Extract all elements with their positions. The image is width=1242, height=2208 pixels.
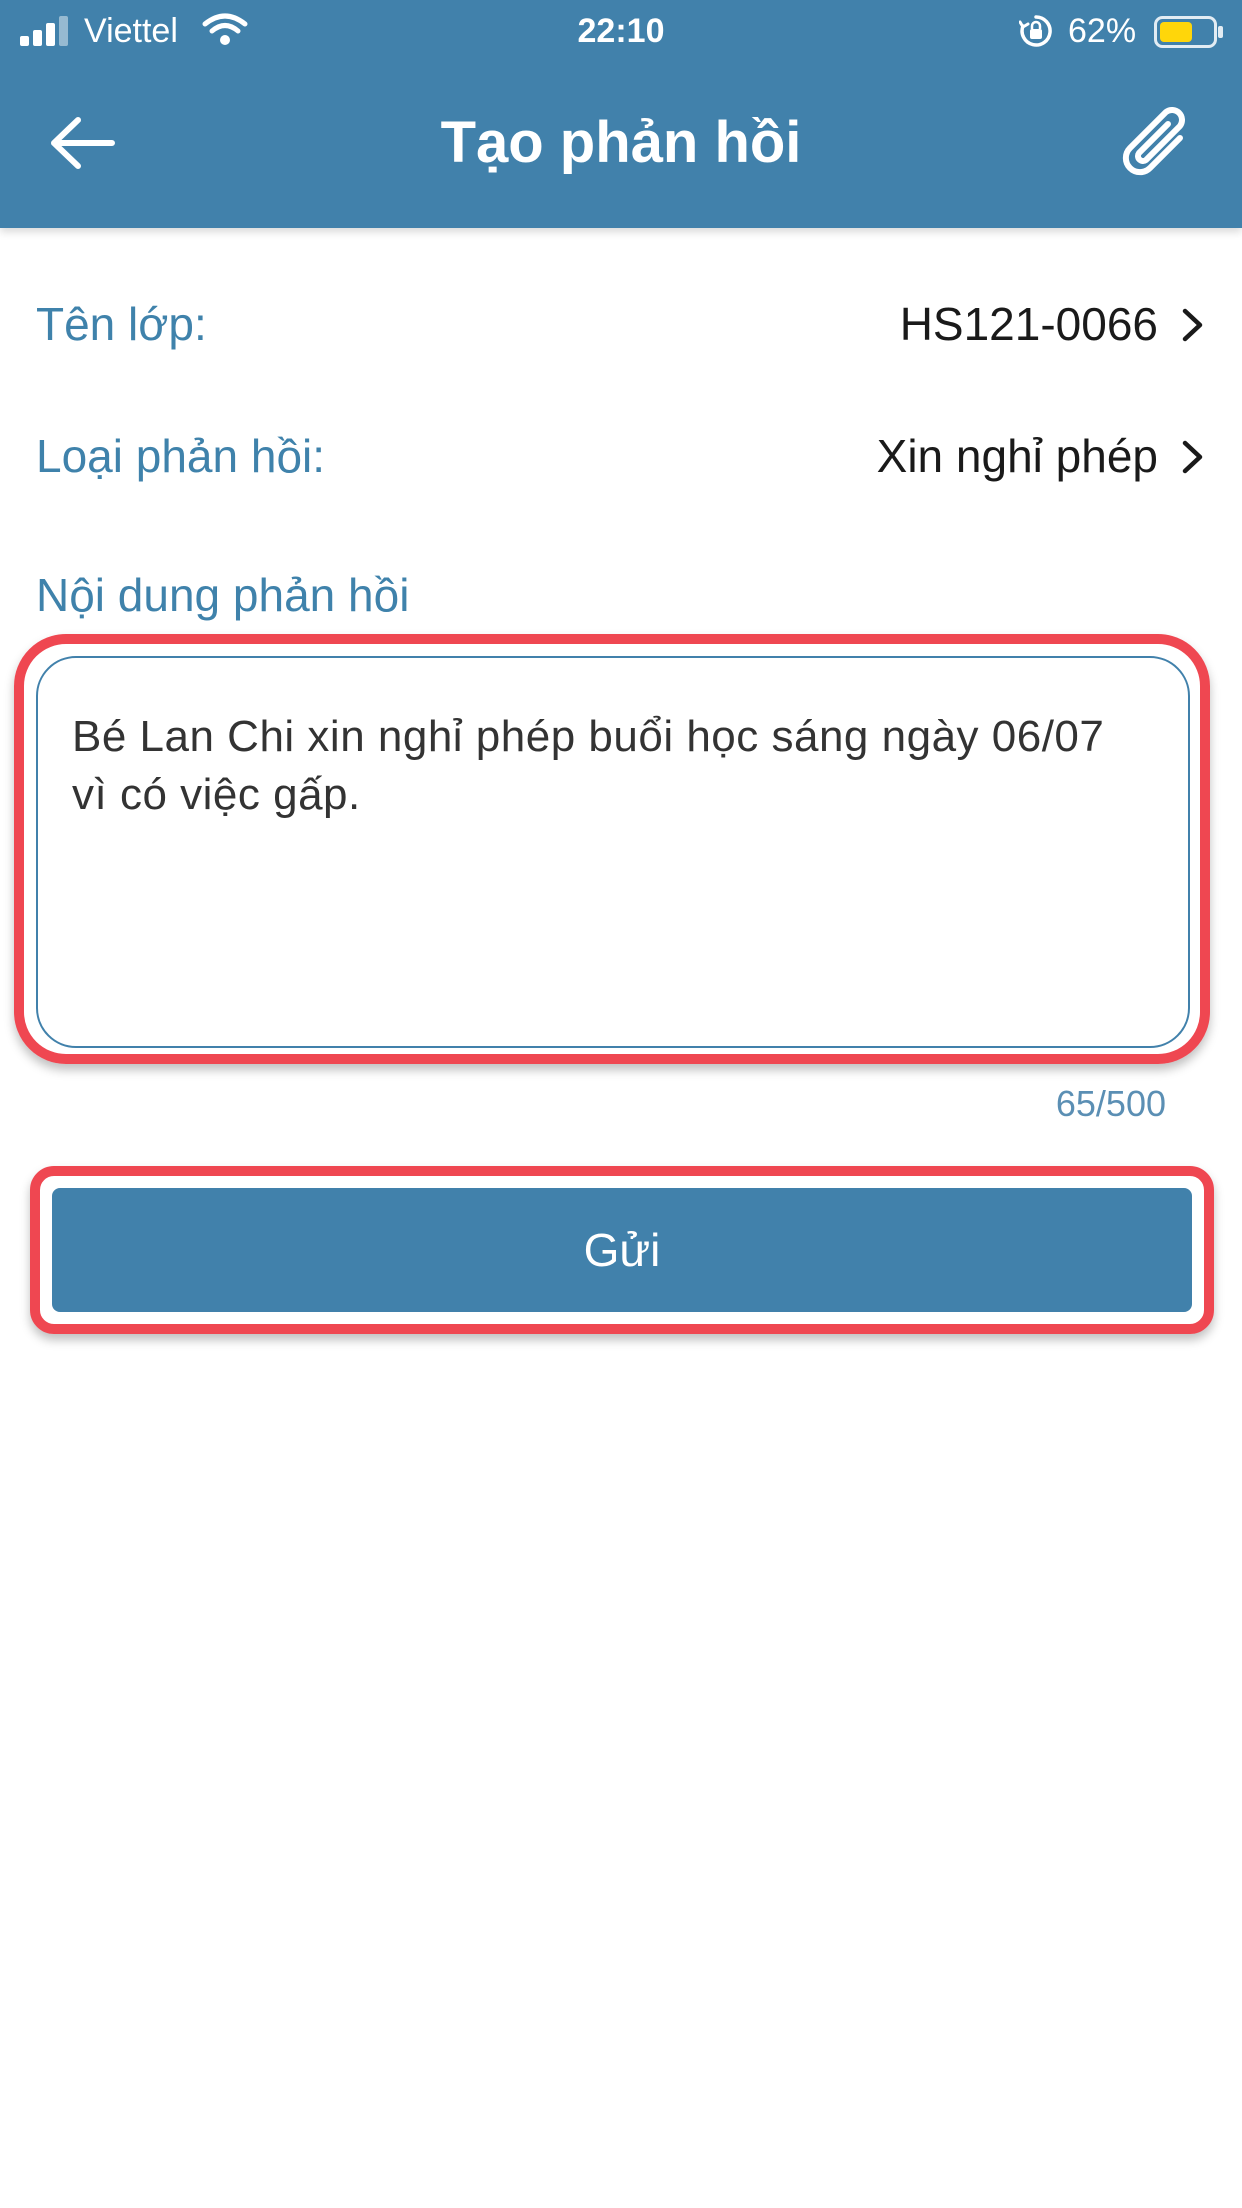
content-label: Nội dung phản hồi [36,569,410,621]
feedback-type-selector-row[interactable]: Loại phản hồi: Xin nghỉ phép [36,416,1206,496]
chevron-right-icon [1182,308,1203,342]
feedback-type-value: Xin nghỉ phép [876,430,1158,482]
app-header: Viettel 22:10 62% Tạo phản hồi [0,0,1242,228]
battery-icon [1154,16,1223,48]
feedback-type-label: Loại phản hồi: [36,430,326,482]
paperclip-icon[interactable] [1118,104,1196,184]
character-counter: 65/500 [1055,1083,1166,1124]
feedback-content-text[interactable]: Bé Lan Chi xin nghỉ phép buổi học sáng n… [72,708,1142,824]
chevron-right-icon [1182,440,1203,474]
class-value: HS121-0066 [899,298,1158,350]
page-title: Tạo phản hồi [440,110,802,175]
class-selector-row[interactable]: Tên lớp: HS121-0066 [36,284,1206,364]
submit-button[interactable]: Gửi [52,1188,1192,1312]
battery-percent: 62% [1068,12,1137,50]
status-time: 22:10 [577,12,665,50]
status-bar: Viettel 22:10 62% [0,0,1242,62]
class-label: Tên lớp: [36,298,207,350]
orientation-lock-icon [1019,15,1052,47]
